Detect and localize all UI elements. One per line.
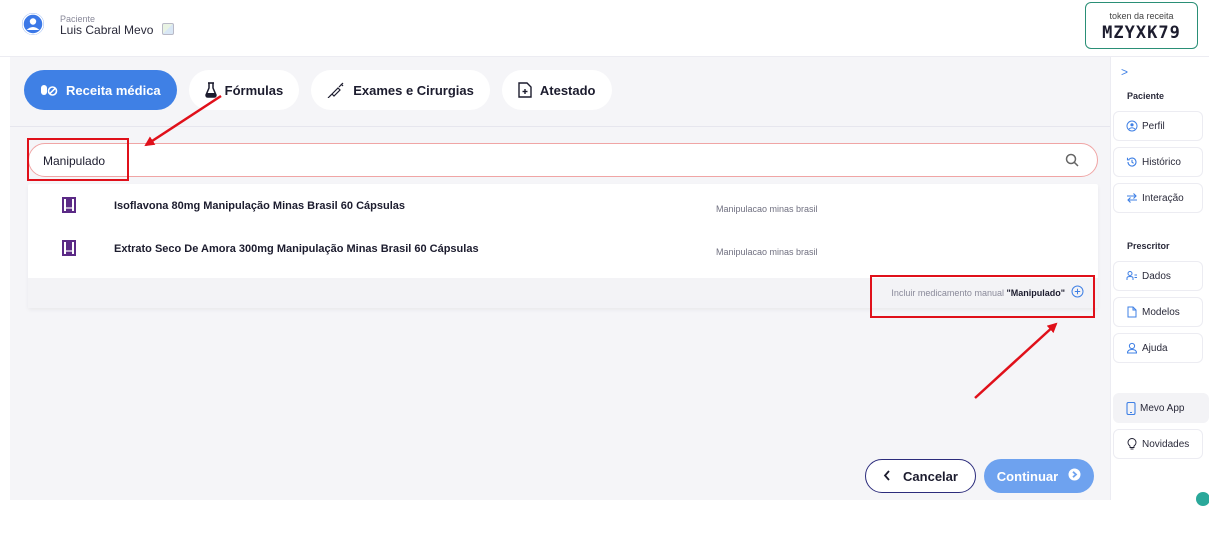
sidebar-item-dados[interactable]: Dados bbox=[1113, 261, 1203, 291]
medication-search bbox=[28, 143, 1098, 177]
continue-label: Continuar bbox=[996, 468, 1059, 484]
right-sidebar: > Paciente Perfil Histórico Interação Pr… bbox=[1110, 57, 1209, 500]
medicine-box-icon bbox=[62, 197, 76, 218]
help-user-icon bbox=[1126, 342, 1138, 354]
list-item[interactable]: Extrato Seco De Amora 300mg Manipulação … bbox=[28, 227, 1098, 269]
tab-label: Atestado bbox=[539, 82, 596, 98]
app: Paciente Luis Cabral Mevo token da recei… bbox=[0, 0, 1209, 506]
user-circle-icon bbox=[1126, 120, 1138, 132]
tab-label: Fórmulas bbox=[224, 82, 284, 98]
sidebar-item-ajuda[interactable]: Ajuda bbox=[1113, 333, 1203, 363]
prescription-token[interactable]: token da receita MZYXK79 bbox=[1085, 2, 1198, 49]
sidebar-item-mevo-app[interactable]: Mevo App bbox=[1113, 393, 1209, 423]
sidebar-item-label: Novidades bbox=[1142, 438, 1190, 450]
medication-name: Isoflavona 80mg Manipulação Minas Brasil… bbox=[114, 200, 405, 212]
chevron-left-icon bbox=[883, 469, 891, 484]
chat-widget-icon[interactable] bbox=[1196, 492, 1209, 506]
tab-exames-cirurgias[interactable]: Exames e Cirurgias bbox=[311, 70, 490, 110]
syringe-icon bbox=[327, 82, 345, 98]
sidebar-section-title: Prescritor bbox=[1127, 241, 1170, 251]
sidebar-item-historico[interactable]: Histórico bbox=[1113, 147, 1203, 177]
tab-formulas[interactable]: Fórmulas bbox=[188, 70, 300, 110]
sidebar-item-label: Ajuda bbox=[1142, 342, 1168, 354]
sidebar-section-title: Paciente bbox=[1127, 91, 1165, 101]
arrow-right-circle-icon bbox=[1068, 468, 1081, 484]
sidebar-toggle[interactable]: > bbox=[1121, 65, 1128, 79]
phone-icon bbox=[1126, 401, 1136, 415]
medication-lab: Manipulacao minas brasil bbox=[716, 247, 818, 257]
medicine-box-icon bbox=[62, 240, 76, 261]
header: Paciente Luis Cabral Mevo token da recei… bbox=[0, 0, 1209, 57]
divider bbox=[10, 126, 1110, 127]
tab-label: Receita médica bbox=[66, 82, 161, 98]
cancel-label: Cancelar bbox=[903, 468, 958, 484]
pills-icon bbox=[40, 83, 58, 97]
sidebar-item-interacao[interactable]: Interação bbox=[1113, 183, 1203, 213]
history-icon bbox=[1126, 156, 1138, 168]
annotation-box-search bbox=[27, 138, 129, 181]
sidebar-item-label: Histórico bbox=[1142, 156, 1181, 168]
file-icon bbox=[1126, 306, 1138, 318]
sidebar-item-modelos[interactable]: Modelos bbox=[1113, 297, 1203, 327]
tab-label: Exames e Cirurgias bbox=[353, 82, 474, 98]
cancel-button[interactable]: Cancelar bbox=[865, 459, 976, 493]
list-item[interactable]: Isoflavona 80mg Manipulação Minas Brasil… bbox=[28, 184, 1098, 226]
sidebar-item-label: Interação bbox=[1142, 192, 1184, 204]
medication-lab: Manipulacao minas brasil bbox=[716, 204, 818, 214]
user-data-icon bbox=[1126, 270, 1138, 282]
continue-button[interactable]: Continuar bbox=[984, 459, 1094, 493]
token-value: MZYXK79 bbox=[1102, 23, 1181, 43]
annotation-box-manual bbox=[870, 275, 1095, 318]
prescription-tabs: Receita médica Fórmulas Exames e Cirurgi… bbox=[24, 70, 612, 110]
sidebar-item-novidades[interactable]: Novidades bbox=[1113, 429, 1203, 459]
tab-receita-medica[interactable]: Receita médica bbox=[24, 70, 177, 110]
document-plus-icon bbox=[518, 82, 532, 98]
patient-name[interactable]: Luis Cabral Mevo bbox=[60, 23, 153, 37]
search-icon[interactable] bbox=[1065, 153, 1079, 172]
token-caption: token da receita bbox=[1109, 11, 1174, 21]
tab-atestado[interactable]: Atestado bbox=[501, 70, 612, 110]
sidebar-item-perfil[interactable]: Perfil bbox=[1113, 111, 1203, 141]
lightbulb-icon bbox=[1126, 438, 1138, 450]
medication-name: Extrato Seco De Amora 300mg Manipulação … bbox=[114, 243, 479, 255]
flask-icon bbox=[204, 82, 217, 98]
patient-avatar-icon[interactable] bbox=[22, 13, 44, 35]
sidebar-item-label: Modelos bbox=[1142, 306, 1180, 318]
sidebar-item-label: Mevo App bbox=[1140, 402, 1185, 414]
swap-arrows-icon bbox=[1126, 192, 1138, 204]
broken-image-icon bbox=[162, 23, 174, 35]
sidebar-item-label: Dados bbox=[1142, 270, 1171, 282]
search-input[interactable] bbox=[43, 151, 943, 171]
sidebar-item-label: Perfil bbox=[1142, 120, 1165, 132]
